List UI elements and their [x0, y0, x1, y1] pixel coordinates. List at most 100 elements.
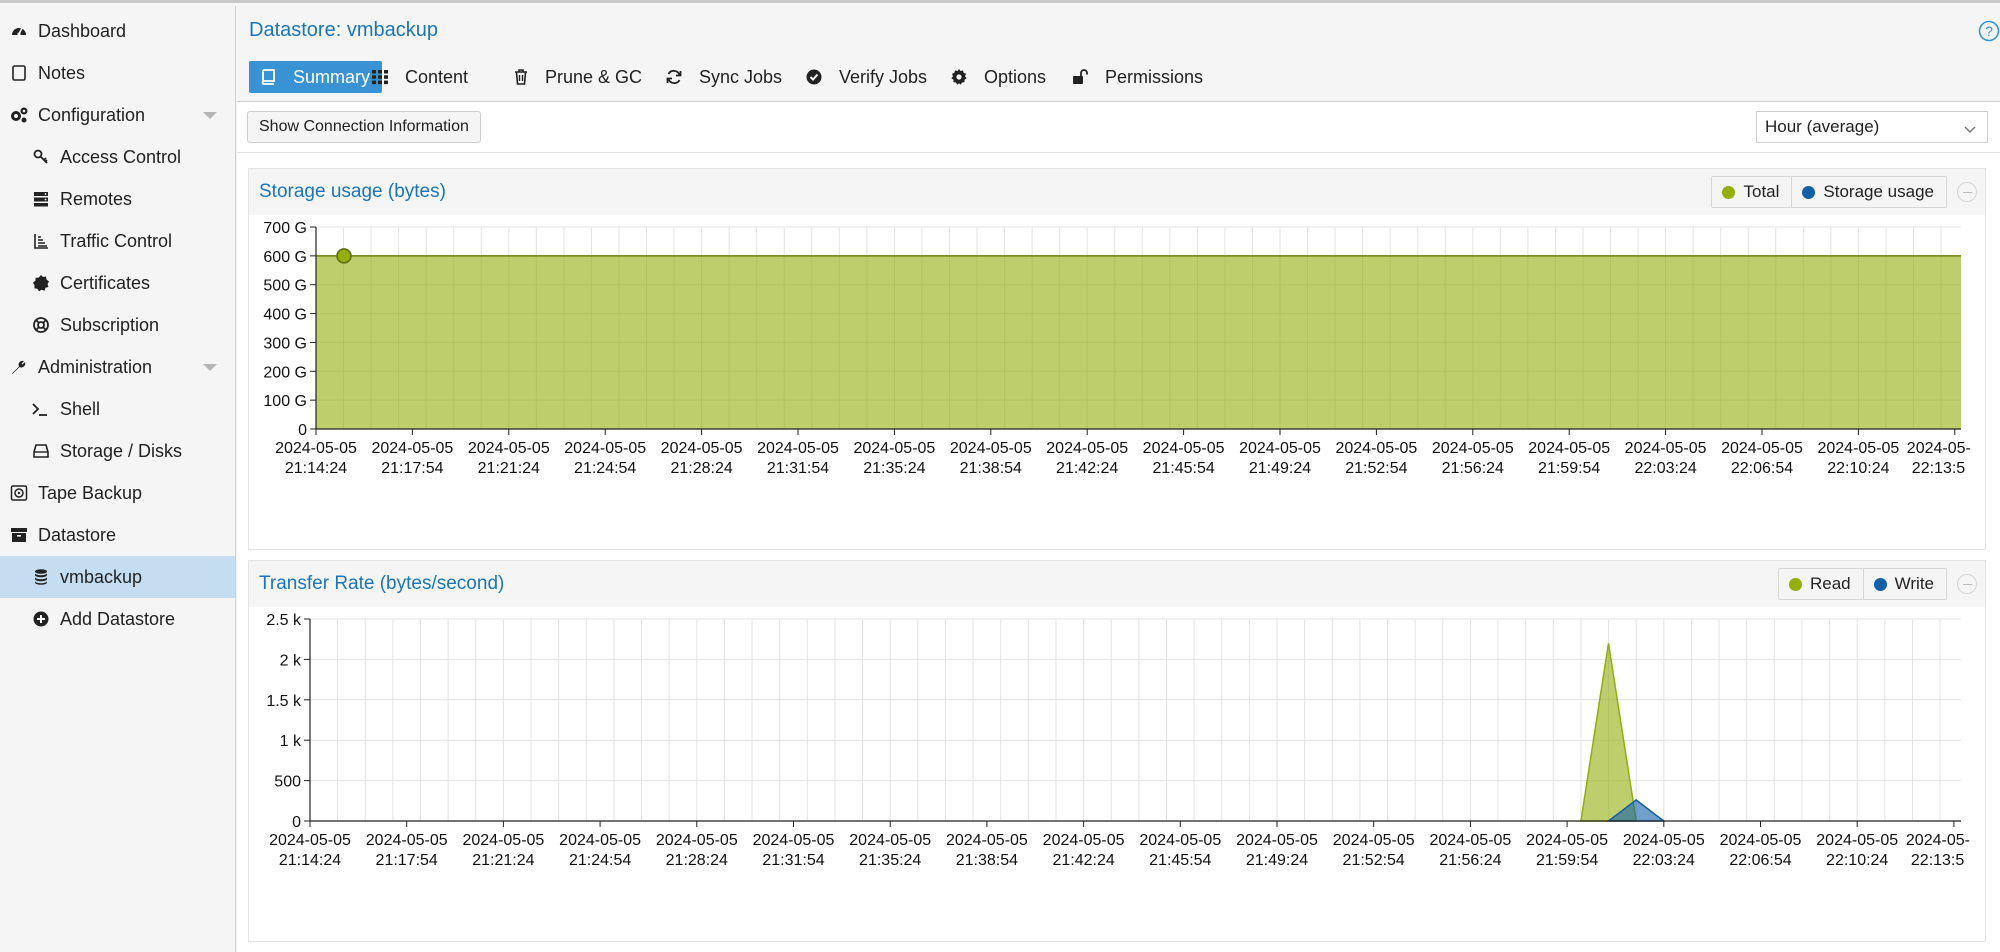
y-tick-label: 300 G: [263, 335, 307, 352]
grid-lines: [309, 618, 1961, 822]
y-tick-label: 500: [274, 774, 301, 791]
svg-text:?: ?: [1985, 23, 1993, 39]
unlock-icon: [1071, 68, 1097, 86]
x-tick-label: 2024-05-05 21:35:24: [853, 440, 935, 477]
show-connection-information-button[interactable]: Show Connection Information: [247, 111, 481, 143]
expand-caret-icon[interactable]: [203, 112, 217, 119]
x-tick-label: 2024-05-05 21:28:24: [661, 440, 743, 477]
y-tick-label: 500 G: [263, 278, 307, 295]
sidebar-item-add-datastore[interactable]: Add Datastore: [0, 598, 235, 640]
sidebar-item-label: Datastore: [38, 524, 117, 545]
legend-item-total[interactable]: Total: [1712, 177, 1791, 207]
series-total-marker[interactable]: [336, 248, 352, 264]
x-tick-label: 2024-05-05 22:03:24: [1625, 440, 1707, 477]
sidebar-item-label: vmbackup: [60, 566, 143, 587]
tab-label: Options: [984, 66, 1047, 87]
sidebar-item-datastore[interactable]: Datastore: [0, 514, 235, 556]
x-tick-label: 2024-05-05 21:38:54: [950, 440, 1032, 477]
x-tick-label: 2024-05-05 21:45:54: [1139, 832, 1221, 869]
sidebar-item-subscription[interactable]: Subscription: [0, 304, 235, 346]
transfer-rate-title: Transfer Rate (bytes/second): [259, 573, 505, 594]
x-tick-label: 2024-05-05 21:56:24: [1432, 440, 1514, 477]
sidebar-item-label: Remotes: [60, 188, 133, 209]
x-tick-label: 2024-05-05 21:59:54: [1526, 832, 1608, 869]
x-tick-label: 2024-05-05 22:06:54: [1721, 440, 1803, 477]
x-tick-label: 2024-05-05 21:17:54: [371, 440, 453, 477]
sidebar-item-certificates[interactable]: Certificates: [0, 262, 235, 304]
sidebar-item-label: Storage / Disks: [60, 440, 183, 461]
y-tick-label: 400 G: [263, 307, 307, 324]
x-tick-label: 2024-05-05 21:28:24: [656, 832, 738, 869]
y-tick-label: 600 G: [263, 249, 307, 266]
legend-label: Read: [1810, 574, 1851, 593]
tab-verify-jobs[interactable]: Verify Jobs: [795, 61, 939, 93]
x-tick-label: 2024-05-05 21:52:54: [1333, 832, 1415, 869]
dashboard-icon: [8, 20, 30, 42]
tab-label: Content: [405, 66, 469, 87]
x-tick-label: 2024-05-05 21:14:24: [269, 832, 351, 869]
collapse-transfer-panel-button[interactable]: [1957, 574, 1977, 594]
x-tick-label: 2024-05-05 21:21:24: [462, 832, 544, 869]
tab-sync-jobs[interactable]: Sync Jobs: [655, 61, 794, 93]
sidebar-item-remotes[interactable]: Remotes: [0, 178, 235, 220]
datastore-panel: Datastore: vmbackup ? Summary Content Prun…: [237, 6, 2000, 952]
tab-prune-gc[interactable]: Prune & GC: [503, 61, 654, 93]
sidebar-item-tape-backup[interactable]: Tape Backup: [0, 472, 235, 514]
wrench-icon: [8, 356, 30, 378]
expand-caret-icon[interactable]: [203, 364, 217, 371]
book-icon: [259, 68, 285, 86]
legend-item-storage-usage[interactable]: Storage usage: [1791, 177, 1946, 207]
sidebar-item-traffic-control[interactable]: Traffic Control: [0, 220, 235, 262]
sidebar-item-storage-disks[interactable]: Storage / Disks: [0, 430, 235, 472]
sidebar-item-label: Administration: [38, 356, 153, 377]
x-tick-label: 2024-05-05 21:35:24: [849, 832, 931, 869]
gears-icon: [8, 104, 30, 126]
sidebar-item-administration[interactable]: Administration: [0, 346, 235, 388]
y-tick-label: 2 k: [280, 652, 302, 669]
traffic-icon: [30, 230, 52, 252]
storage-usage-panel: Storage usage (bytes) Total Storage usage…: [248, 168, 1986, 550]
x-tick-label: 2024-05-05 21:21:24: [468, 440, 550, 477]
x-tick-label: 2024-05-05 22:10:24: [1816, 832, 1898, 869]
collapse-storage-panel-button[interactable]: [1957, 182, 1977, 202]
gear-icon: [950, 68, 976, 86]
tab-content[interactable]: Content: [361, 61, 480, 93]
x-tick-label: 2024-05-05 21:14:24: [275, 440, 357, 477]
legend-item-write[interactable]: Write: [1862, 569, 1946, 599]
navigation-tree: Dashboard Notes Configuration Access Contro…: [0, 6, 236, 952]
y-tick-label: 100 G: [263, 393, 307, 410]
tab-permissions[interactable]: Permissions: [1061, 61, 1215, 93]
sidebar-item-access-control[interactable]: Access Control: [0, 136, 235, 178]
sidebar-item-label: Tape Backup: [38, 482, 143, 503]
x-tick-label: 2024-05-22:13:5: [1907, 440, 1971, 477]
sidebar-item-vmbackup[interactable]: vmbackup: [0, 556, 235, 598]
sidebar-item-label: Subscription: [60, 314, 160, 335]
timeframe-select[interactable]: Hour (average): [1756, 111, 1988, 143]
x-tick-label: 2024-05-05 21:17:54: [366, 832, 448, 869]
tab-options[interactable]: Options: [940, 61, 1058, 93]
sidebar-item-dashboard[interactable]: Dashboard: [0, 10, 235, 52]
page-title: Datastore: vmbackup: [249, 19, 438, 41]
legend-item-read[interactable]: Read: [1779, 569, 1863, 599]
x-tick-label: 2024-05-05 21:45:54: [1143, 440, 1225, 477]
x-tick-label: 2024-05-05 21:24:54: [564, 440, 646, 477]
x-tick-label: 2024-05-05 21:31:54: [753, 832, 835, 869]
y-tick-label: 2.5 k: [266, 612, 302, 629]
x-tick-label: 2024-05-05 21:49:24: [1239, 440, 1321, 477]
x-tick-label: 2024-05-05 22:03:24: [1623, 832, 1705, 869]
sidebar-item-configuration[interactable]: Configuration: [0, 94, 235, 136]
x-tick-label: 2024-05-05 21:24:54: [559, 832, 641, 869]
plus-circle-icon: [30, 608, 52, 630]
help-icon[interactable]: ?: [1978, 20, 2000, 47]
legend-swatch: [1722, 185, 1736, 199]
hdd-icon: [30, 440, 52, 462]
series-read-area: [1580, 643, 1638, 822]
sidebar-item-notes[interactable]: Notes: [0, 52, 235, 94]
sidebar-item-shell[interactable]: Shell: [0, 388, 235, 430]
sidebar-item-label: Shell: [60, 398, 101, 419]
summary-content: Storage usage (bytes) Total Storage usage…: [237, 154, 2000, 952]
sidebar-item-label: Notes: [38, 62, 86, 83]
transfer-rate-chart: 0 500 1 k 1.5 k 2 k 2.5 k 2024-05-05 21:14:24 20…: [266, 612, 1970, 869]
x-tick-label: 2024-05-05 21:52:54: [1335, 440, 1417, 477]
certificate-icon: [30, 272, 52, 294]
